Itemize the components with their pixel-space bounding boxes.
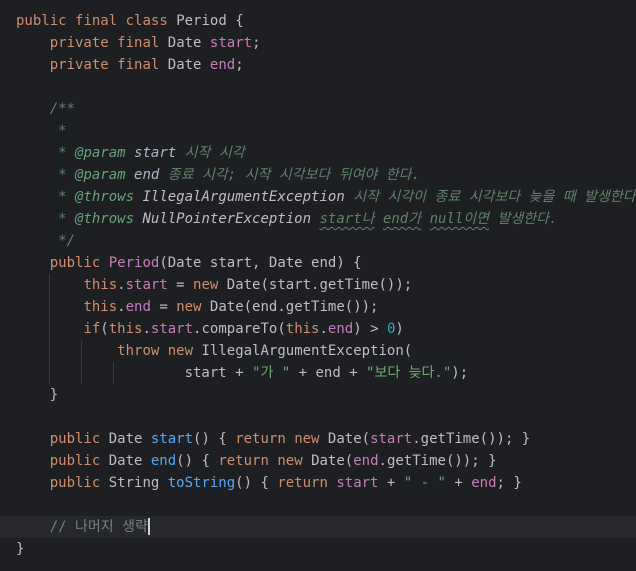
code-line-9: * @throws IllegalArgumentException 시작 시각… xyxy=(58,189,636,205)
code-line-6: * xyxy=(58,123,67,139)
code-line-13: this.start = new Date(start.getTime()); xyxy=(83,277,413,293)
code-line-24: // 나머지 생략 xyxy=(16,516,150,538)
spellcheck-underline: start나 xyxy=(319,211,375,227)
code-line-1: public final class Period { xyxy=(16,13,244,29)
code-line-15: if(this.start.compareTo(this.end) > 0) xyxy=(83,321,404,337)
code-line-2: private final Date start; xyxy=(49,35,261,51)
code-line-11: */ xyxy=(58,233,76,249)
code-line-18: } xyxy=(49,387,59,403)
constructor-name: Period xyxy=(108,255,160,271)
spellcheck-underline: null이면 xyxy=(429,211,490,227)
code-line-25: } xyxy=(16,541,25,557)
text-cursor xyxy=(147,517,150,535)
code-line-3: private final Date end; xyxy=(49,57,244,73)
code-line-16: throw new IllegalArgumentException( xyxy=(117,343,413,359)
spellcheck-underline: end가 xyxy=(382,211,422,227)
code-line-14: this.end = new Date(end.getTime()); xyxy=(83,299,379,315)
code-line-22: public String toString() { return start … xyxy=(49,475,522,491)
code-line-10: * @throws NullPointerException start나 en… xyxy=(58,211,558,227)
code-line-7: * @param start 시작 시각 xyxy=(58,145,245,161)
code-line-8: * @param end 종료 시각; 시작 시각보다 뒤여야 한다. xyxy=(58,167,420,183)
code-line-12: public Period(Date start, Date end) { xyxy=(49,255,362,271)
code-line-17: start + "가 " + end + "보다 늦다."); xyxy=(184,365,469,381)
code-line-21: public Date end() { return new Date(end.… xyxy=(49,453,497,469)
comment: // 나머지 생략 xyxy=(49,519,148,535)
code-line-5: /** xyxy=(49,101,76,117)
code-line-20: public Date start() { return new Date(st… xyxy=(49,431,531,447)
